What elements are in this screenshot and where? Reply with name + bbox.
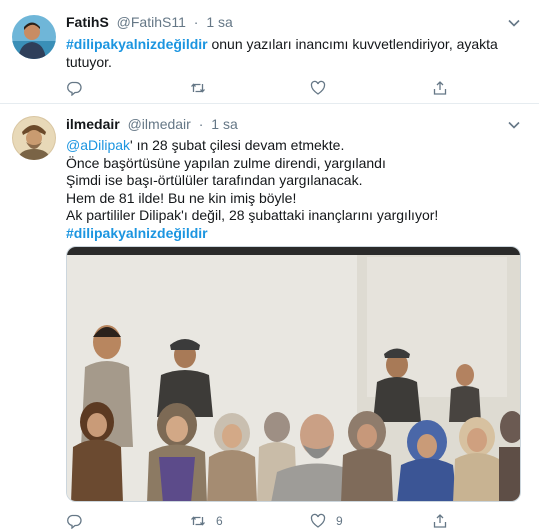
like-button[interactable] <box>310 78 336 98</box>
author-name[interactable]: ilmedair <box>66 116 120 132</box>
reply-icon <box>67 81 82 96</box>
timestamp[interactable]: 1 sa <box>206 14 232 30</box>
separator-dot: · <box>193 14 199 30</box>
text-line: Hem de 81 ilde! Bu ne kin imiş böyle! <box>66 189 297 206</box>
separator-dot: · <box>198 116 204 132</box>
avatar[interactable] <box>12 15 56 59</box>
timestamp[interactable]: 1 sa <box>211 116 237 132</box>
tweet[interactable]: FatihS @FatihS11 · 1 sa #dilipakyalnizde… <box>0 0 539 103</box>
author-handle[interactable]: @FatihS11 <box>117 14 186 30</box>
tweet-actions <box>66 78 466 98</box>
tweet-actions: 6 9 <box>66 511 466 530</box>
reply-button[interactable] <box>66 78 82 98</box>
text-line: Önce başörtüsüne yapılan zulme direndi, … <box>66 154 386 171</box>
retweet-button[interactable]: 6 <box>190 511 223 530</box>
tweet-text: @aDilipak' ın 28 şubat çilesi devam etme… <box>66 137 525 242</box>
retweet-icon <box>191 516 205 526</box>
hashtag-link[interactable]: #dilipakyalnizdeğildir <box>66 36 208 52</box>
text-line: #dilipakyalnizdeğildir <box>66 225 525 243</box>
author-handle[interactable]: @ilmedair <box>128 116 191 132</box>
share-button[interactable] <box>432 78 448 98</box>
like-button[interactable]: 9 <box>310 511 343 530</box>
retweet-count: 6 <box>216 514 223 528</box>
share-icon <box>433 514 447 528</box>
tweet[interactable]: ilmedair @ilmedair · 1 sa @aDilipak' ın … <box>0 103 539 530</box>
reply-button[interactable] <box>66 511 82 530</box>
retweet-icon <box>191 83 205 93</box>
author-name[interactable]: FatihS <box>66 14 109 30</box>
heart-icon <box>310 513 326 528</box>
chevron-down-icon[interactable] <box>507 118 521 132</box>
share-icon <box>433 81 447 95</box>
avatar[interactable] <box>12 116 56 160</box>
reply-icon <box>67 514 82 529</box>
text-segment: ' ın 28 şubat çilesi devam etmekte. <box>130 137 345 153</box>
like-count: 9 <box>336 514 343 528</box>
tweet-photo[interactable] <box>66 246 521 502</box>
share-button[interactable] <box>432 511 448 530</box>
tweet-text: #dilipakyalnizdeğildir onun yazıları ina… <box>66 36 525 71</box>
text-line: Şimdi ise başı-örtülüler tarafından yarg… <box>66 172 363 188</box>
chevron-down-icon[interactable] <box>507 16 521 30</box>
heart-icon <box>310 80 326 95</box>
retweet-button[interactable] <box>190 78 216 98</box>
text-line: @aDilipak' ın 28 şubat çilesi devam etme… <box>66 137 525 155</box>
hashtag-link[interactable]: #dilipakyalnizdeğildir <box>66 225 208 241</box>
tweet-header: ilmedair @ilmedair · 1 sa <box>66 114 527 134</box>
mention-link[interactable]: @aDilipak <box>66 137 130 153</box>
tweet-header: FatihS @FatihS11 · 1 sa <box>66 12 527 32</box>
text-line: Ak partililer Dilipak'ı değil, 28 şubatt… <box>66 207 439 223</box>
